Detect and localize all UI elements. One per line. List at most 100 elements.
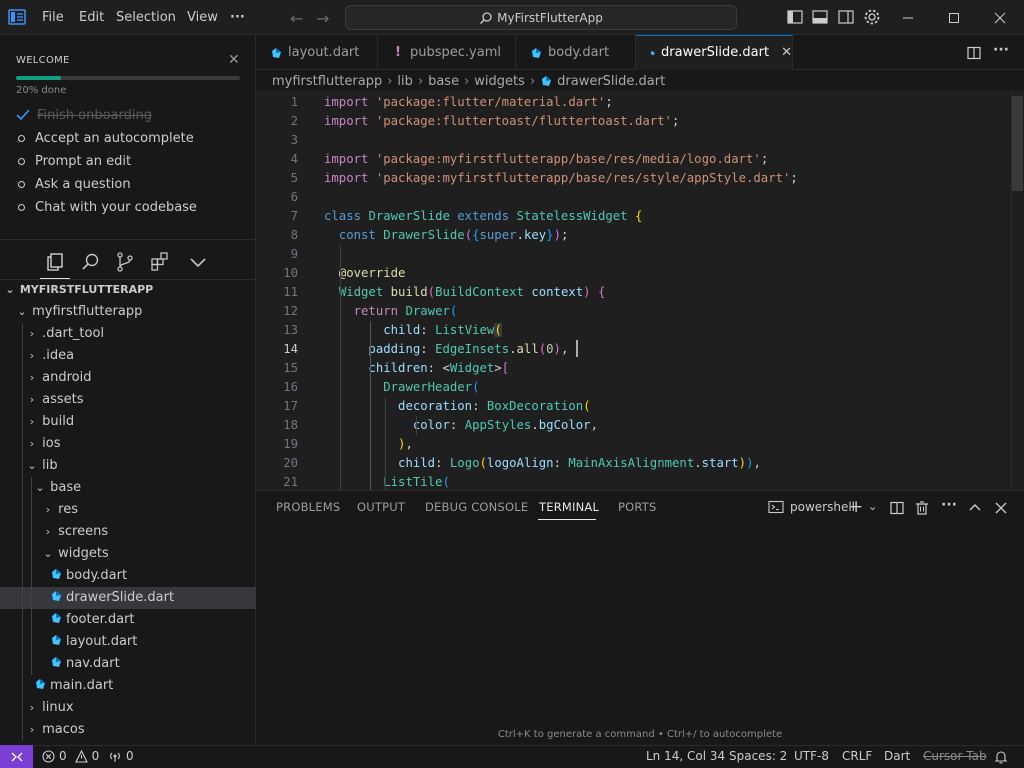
chevron-right-icon: › (29, 701, 35, 714)
breadcrumb-item[interactable]: lib (397, 74, 412, 89)
tree-item-folder[interactable]: › screens (0, 521, 256, 543)
editor-scrollbar-thumb[interactable] (1012, 96, 1023, 191)
close-window-button[interactable] (977, 0, 1023, 35)
remote-indicator[interactable] (0, 745, 33, 768)
tree-item-folder[interactable]: › res (0, 499, 256, 521)
tree-item-file[interactable]: footer.dart (0, 609, 256, 631)
more-actions-icon[interactable]: ··· (993, 42, 1009, 58)
tree-item-folder[interactable]: › assets (0, 389, 256, 411)
terminal-shell-label: powershell (790, 500, 855, 514)
code-editor[interactable]: 1 2 3 4 5 6 7 8 9 10 11 12 13 14 15 16 1… (256, 90, 1013, 490)
more-actions-icon[interactable]: ··· (941, 497, 957, 513)
menu-view[interactable]: View (181, 0, 224, 35)
onboarding-item[interactable]: Ask a question (18, 174, 131, 194)
breadcrumb-item[interactable]: myfirstflutterapp (272, 74, 382, 89)
onboarding-item[interactable]: Accept an autocomplete (18, 128, 194, 148)
tab-pubspec-yaml[interactable]: ! pubspec.yaml (378, 35, 516, 70)
indentation[interactable]: Spaces: 2 (729, 749, 787, 763)
cursor-position[interactable]: Ln 14, Col 34 (646, 749, 725, 763)
toggle-panel-icon[interactable] (811, 8, 829, 26)
tree-item-folder[interactable]: › build (0, 411, 256, 433)
line-number: 11 (283, 285, 298, 299)
chevron-down-icon[interactable] (187, 251, 209, 273)
onboarding-item[interactable]: Chat with your codebase (18, 197, 197, 217)
tree-item-file[interactable]: layout.dart (0, 631, 256, 653)
welcome-close-icon[interactable]: ✕ (228, 52, 240, 68)
back-arrow-icon[interactable]: ← (290, 9, 303, 28)
notifications-bell-icon[interactable] (994, 750, 1008, 764)
ports-status[interactable]: 0 (108, 749, 134, 763)
panel-tab-terminal[interactable]: TERMINAL (539, 500, 599, 520)
split-editor-icon[interactable] (966, 45, 982, 61)
dart-icon (52, 613, 61, 623)
tree-item-folder[interactable]: ⌄ lib (0, 455, 256, 477)
tree-item-file[interactable]: nav.dart (0, 653, 256, 675)
toggle-primary-sidebar-icon[interactable] (786, 8, 804, 26)
chevron-down-icon[interactable]: ⌄ (868, 500, 877, 513)
breadcrumb-item[interactable]: drawerSlide.dart (557, 74, 665, 89)
tree-item-folder[interactable]: ⌄ myfirstflutterapp (0, 301, 256, 323)
problems-status[interactable]: 0 0 (42, 749, 99, 763)
error-count: 0 (59, 749, 67, 763)
menu-selection[interactable]: Selection (110, 0, 182, 35)
tree-item-file[interactable]: body.dart (0, 565, 256, 587)
tree-item-folder[interactable]: ⌄ widgets (0, 543, 256, 565)
tree-item-folder[interactable]: › ios (0, 433, 256, 455)
new-terminal-plus-icon[interactable]: + (849, 497, 863, 517)
dart-icon (52, 569, 61, 579)
tree-item-folder[interactable]: › .dart_tool (0, 323, 256, 345)
code-line: import 'package:fluttertoast/fluttertoas… (324, 114, 680, 128)
panel-tab-output[interactable]: OUTPUT (357, 500, 405, 520)
close-panel-icon[interactable] (993, 500, 1009, 516)
line-number: 7 (290, 209, 298, 223)
panel-tab-problems[interactable]: PROBLEMS (276, 500, 340, 520)
panel-tab-debug-console[interactable]: DEBUG CONSOLE (425, 500, 528, 520)
language-mode[interactable]: Dart (884, 749, 910, 763)
app-logo-icon[interactable] (8, 8, 26, 26)
tree-item-folder[interactable]: ⌄ base (0, 477, 256, 499)
trash-icon[interactable] (914, 500, 930, 516)
tree-item-label: footer.dart (66, 612, 135, 627)
extensions-icon[interactable] (149, 251, 171, 273)
forward-arrow-icon[interactable]: → (316, 9, 329, 28)
source-control-icon[interactable] (114, 251, 136, 273)
breadcrumb-item[interactable]: widgets (474, 74, 525, 89)
menu-more[interactable]: ··· (224, 0, 251, 35)
menu-file[interactable]: File (36, 0, 70, 35)
maximize-button[interactable] (931, 0, 977, 35)
tree-item-label: build (42, 414, 75, 429)
tree-item-file[interactable]: main.dart (0, 675, 256, 697)
onboarding-item[interactable]: Finish onboarding (16, 105, 152, 125)
tree-item-folder[interactable]: › .idea (0, 345, 256, 367)
menu-edit[interactable]: Edit (73, 0, 110, 35)
command-center[interactable]: MyFirstFlutterApp (345, 5, 737, 30)
tab-body-dart[interactable]: body.dart (516, 35, 636, 70)
toggle-secondary-sidebar-icon[interactable] (837, 8, 855, 26)
tree-item-folder[interactable]: › android (0, 367, 256, 389)
maximize-panel-chevron-up-icon[interactable] (967, 500, 983, 516)
tab-drawerslide-dart[interactable]: drawerSlide.dart ✕ (636, 35, 793, 70)
explorer-root[interactable]: ⌄ MYFIRSTFLUTTERAPP (0, 279, 256, 301)
search-icon[interactable] (80, 251, 102, 273)
terminal-icon (768, 500, 784, 514)
panel-tab-ports[interactable]: PORTS (618, 500, 656, 520)
tree-item-folder[interactable]: › macos (0, 719, 256, 741)
cursor-tab-status[interactable]: Cursor Tab (923, 749, 987, 763)
split-terminal-icon[interactable] (889, 500, 905, 516)
encoding[interactable]: UTF-8 (794, 749, 829, 763)
onboarding-item[interactable]: Prompt an edit (18, 151, 131, 171)
tab-layout-dart[interactable]: layout.dart (256, 35, 378, 70)
chevron-right-icon: › (45, 503, 51, 516)
tree-item-file-selected[interactable]: drawerSlide.dart (0, 587, 256, 609)
explorer-files-icon[interactable] (44, 251, 66, 273)
tab-close-icon[interactable]: ✕ (781, 45, 792, 60)
minimize-button[interactable] (885, 0, 931, 35)
gear-icon[interactable] (863, 8, 881, 26)
indent-guide (31, 477, 32, 675)
circle-icon (18, 134, 25, 142)
end-of-line[interactable]: CRLF (842, 749, 872, 763)
tree-item-folder[interactable]: › linux (0, 697, 256, 719)
terminal-shell-selector[interactable]: powershell (768, 500, 855, 514)
breadcrumb-item[interactable]: base (428, 74, 459, 89)
chevron-right-icon: › (29, 393, 35, 406)
